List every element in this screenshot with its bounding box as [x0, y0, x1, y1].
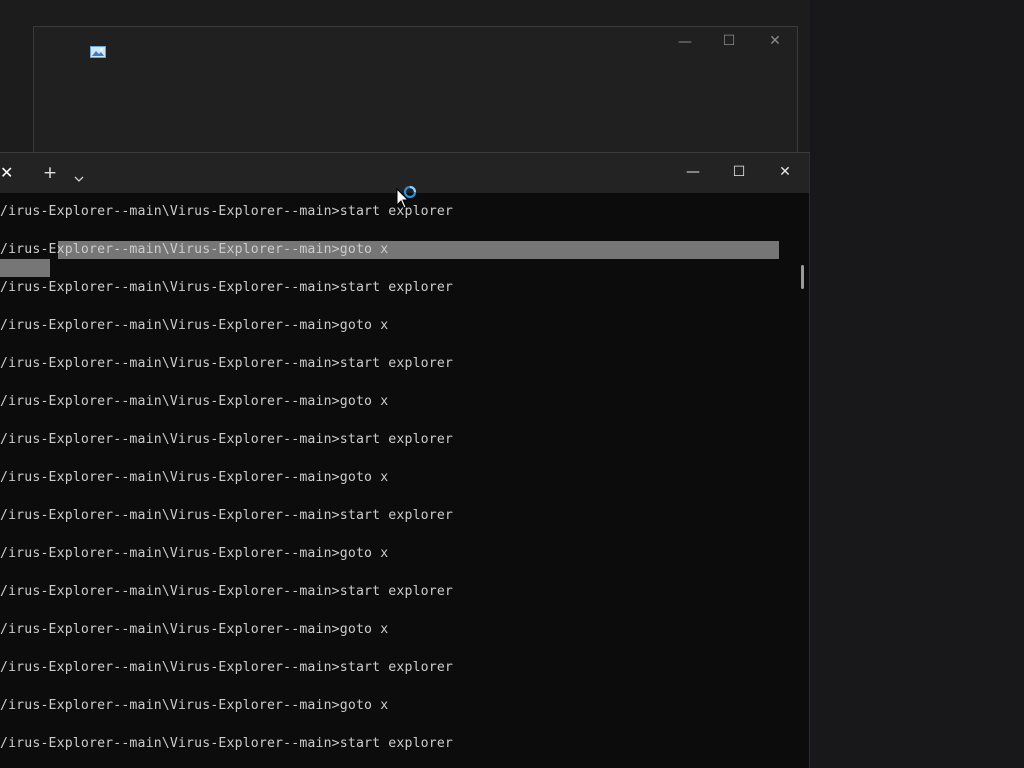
terminal-line: /irus-Explorer--main\Virus-Explorer--mai…: [0, 318, 389, 333]
terminal-line: /irus-Explorer--main\Virus-Explorer--mai…: [0, 736, 454, 751]
text-selection-continued: [0, 259, 50, 277]
terminal-line: /irus-Explorer--main\Virus-Explorer--mai…: [0, 242, 389, 257]
terminal-line: /irus-Explorer--main\Virus-Explorer--mai…: [0, 204, 454, 219]
desktop: — ☐ ✕ ✕ + — ☐ ✕ /irus-Explorer--main\Vir…: [0, 0, 1024, 768]
terminal-minimize-button[interactable]: —: [683, 165, 703, 179]
background-window[interactable]: — ☐ ✕: [33, 26, 798, 166]
bg-window-minimize-button[interactable]: —: [675, 35, 695, 49]
terminal-line: /irus-Explorer--main\Virus-Explorer--mai…: [0, 622, 389, 637]
terminal-output[interactable]: /irus-Explorer--main\Virus-Explorer--mai…: [0, 193, 800, 768]
terminal-window[interactable]: ✕ + — ☐ ✕ /irus-Explorer--main\Virus-Exp…: [0, 152, 810, 768]
new-tab-button[interactable]: +: [40, 165, 60, 182]
terminal-line: /irus-Explorer--main\Virus-Explorer--mai…: [0, 394, 389, 409]
terminal-maximize-button[interactable]: ☐: [729, 165, 749, 179]
terminal-close-button[interactable]: ✕: [775, 165, 795, 179]
terminal-line: /irus-Explorer--main\Virus-Explorer--mai…: [0, 584, 454, 599]
image-app-icon: [90, 43, 106, 58]
bg-window-close-button[interactable]: ✕: [765, 34, 785, 48]
chevron-down-icon[interactable]: [72, 169, 86, 182]
bg-window-maximize-button[interactable]: ☐: [719, 34, 739, 48]
busy-ring-icon: [403, 184, 417, 199]
tab-close-button[interactable]: ✕: [0, 165, 16, 181]
terminal-line: /irus-Explorer--main\Virus-Explorer--mai…: [0, 356, 454, 371]
terminal-line: /irus-Explorer--main\Virus-Explorer--mai…: [0, 508, 454, 523]
terminal-line: /irus-Explorer--main\Virus-Explorer--mai…: [0, 546, 389, 561]
terminal-scrollbar-thumb[interactable]: [801, 265, 804, 289]
terminal-line: /irus-Explorer--main\Virus-Explorer--mai…: [0, 280, 454, 295]
terminal-line: /irus-Explorer--main\Virus-Explorer--mai…: [0, 470, 389, 485]
terminal-line: /irus-Explorer--main\Virus-Explorer--mai…: [0, 660, 454, 675]
desktop-background-right: [810, 0, 1024, 768]
terminal-line: /irus-Explorer--main\Virus-Explorer--mai…: [0, 698, 389, 713]
terminal-line: /irus-Explorer--main\Virus-Explorer--mai…: [0, 432, 454, 447]
